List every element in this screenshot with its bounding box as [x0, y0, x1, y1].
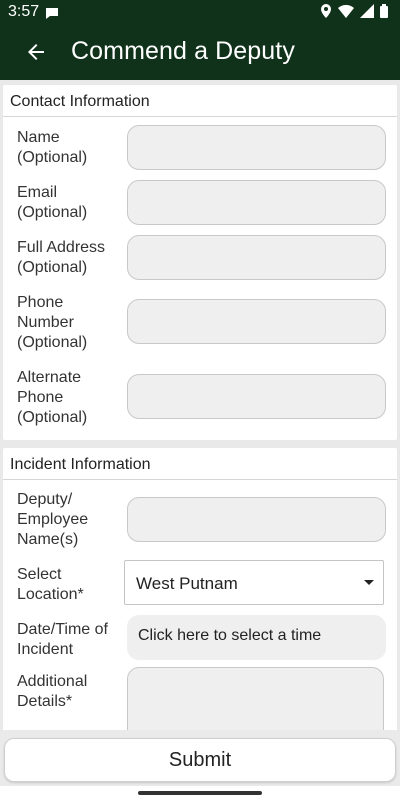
deputy-name-label: Deputy/ Employee Name(s): [17, 491, 89, 548]
name-field[interactable]: [127, 125, 386, 170]
location-dropdown[interactable]: West Putnam: [124, 560, 384, 605]
email-input[interactable]: [128, 181, 385, 224]
date-time-label: Date/Time of Incident: [17, 621, 108, 658]
email-field[interactable]: [127, 180, 386, 225]
contact-information-header: Contact Information: [3, 85, 397, 117]
full-address-field[interactable]: [127, 235, 386, 280]
navigation-bar: [0, 786, 400, 800]
phone-number-input[interactable]: [128, 300, 385, 343]
select-time-button[interactable]: Click here to select a time: [127, 615, 386, 660]
battery-icon: [380, 4, 388, 18]
incident-information-title: Incident Information: [10, 456, 151, 473]
phone-number-field[interactable]: [127, 299, 386, 344]
deputy-name-input[interactable]: [128, 498, 385, 541]
location-selected-value: West Putnam: [136, 574, 238, 593]
name-input[interactable]: [128, 126, 385, 169]
select-location-label: Select Location*: [17, 566, 84, 603]
phone-number-label: Phone Number (Optional): [17, 294, 88, 351]
status-icons: [320, 4, 388, 18]
full-address-label: Full Address (Optional): [17, 239, 106, 276]
full-address-input[interactable]: [128, 236, 385, 279]
incident-information-header: Incident Information: [3, 448, 397, 480]
message-notification-icon: [45, 6, 59, 19]
form-scroll-area[interactable]: Contact Information Name (Optional) Emai…: [0, 80, 400, 800]
alternate-phone-input[interactable]: [128, 375, 385, 418]
dropdown-caret-icon: [364, 580, 374, 585]
signal-icon: [360, 4, 374, 18]
contact-information-card: Contact Information Name (Optional) Emai…: [3, 85, 397, 440]
contact-information-title: Contact Information: [10, 93, 150, 110]
deputy-name-field[interactable]: [127, 497, 386, 542]
incident-information-card: Incident Information Deputy/ Employee Na…: [3, 448, 397, 747]
status-time: 3:57: [8, 3, 40, 20]
name-label: Name (Optional): [17, 129, 88, 166]
select-time-button-label: Click here to select a time: [138, 627, 322, 644]
home-gesture-handle[interactable]: [138, 791, 262, 795]
submit-button-label: Submit: [168, 749, 232, 771]
alternate-phone-label: Alternate Phone (Optional): [17, 369, 88, 426]
alternate-phone-field[interactable]: [127, 374, 386, 419]
additional-details-label: Additional Details*: [17, 673, 88, 710]
submit-button[interactable]: Submit: [4, 738, 396, 782]
app-bar: Commend a Deputy: [0, 24, 400, 80]
status-bar: 3:57: [0, 0, 400, 24]
back-arrow-icon[interactable]: [24, 40, 48, 64]
wifi-icon: [338, 4, 354, 18]
location-icon: [320, 4, 332, 18]
page-title: Commend a Deputy: [71, 37, 295, 65]
email-label: Email (Optional): [17, 184, 88, 221]
